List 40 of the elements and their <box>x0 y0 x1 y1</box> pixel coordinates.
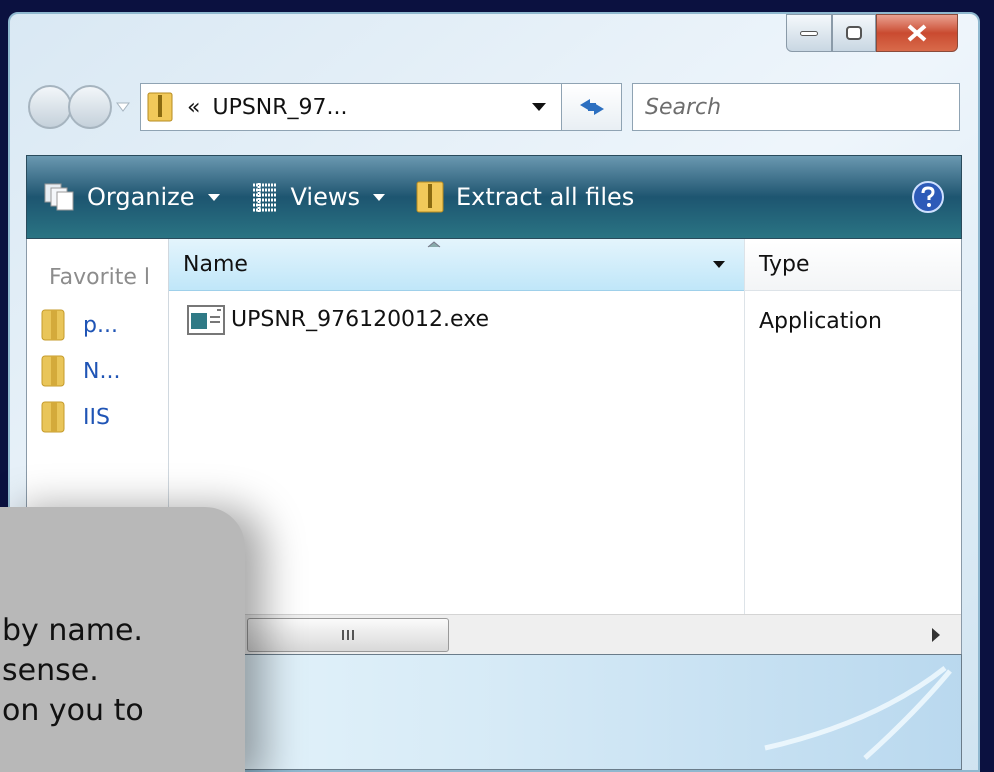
caret-icon <box>712 260 726 269</box>
folder-icon <box>41 400 65 434</box>
application-icon <box>187 304 225 334</box>
nav-item[interactable]: N... <box>83 354 120 388</box>
zip-folder-icon <box>416 180 444 214</box>
overlay-text: on you to <box>1 692 144 730</box>
toolbar-button[interactable]: Extract all files <box>416 179 634 215</box>
nav-item[interactable]: IIS <box>83 400 110 434</box>
close-icon <box>906 24 928 42</box>
caret-icon[interactable] <box>531 102 547 112</box>
search-field[interactable]: Search <box>632 83 960 131</box>
list-view-icon <box>250 182 279 212</box>
zip-folder-icon <box>147 91 173 123</box>
folder-icon <box>41 354 65 388</box>
menu-button[interactable]: Organize <box>43 179 221 215</box>
close-button[interactable] <box>876 14 958 52</box>
folder-icon <box>41 308 65 342</box>
column-header[interactable]: Name <box>169 239 744 291</box>
file-type: Application <box>758 308 883 336</box>
breadcrumb-chevron[interactable]: « <box>187 90 200 124</box>
grip-icon <box>341 628 355 640</box>
minimize-button[interactable] <box>786 14 832 52</box>
overlay-text: sense. <box>1 652 99 690</box>
nav-heading: Favorite l <box>49 264 152 292</box>
scrollbar-thumb[interactable] <box>247 618 449 652</box>
nav-item[interactable]: p... <box>83 308 118 342</box>
overlay-text: by name. <box>1 612 143 650</box>
file-name[interactable]: UPSNR_976120012.exe <box>231 303 490 336</box>
menu-button[interactable]: Views <box>250 179 386 215</box>
sort-arrow-icon <box>427 241 441 248</box>
address-path[interactable]: UPSNR_97... <box>212 90 531 124</box>
caret-icon <box>206 192 221 202</box>
refresh-icon <box>578 96 606 118</box>
maximize-button[interactable] <box>832 14 876 52</box>
scroll-right-arrow-icon[interactable] <box>931 626 941 642</box>
caret-icon <box>372 192 386 202</box>
stacked-pages-icon <box>43 182 75 212</box>
help-icon[interactable] <box>911 180 945 214</box>
address-bar[interactable]: « UPSNR_97... <box>140 83 622 131</box>
refresh-button[interactable] <box>561 84 621 130</box>
